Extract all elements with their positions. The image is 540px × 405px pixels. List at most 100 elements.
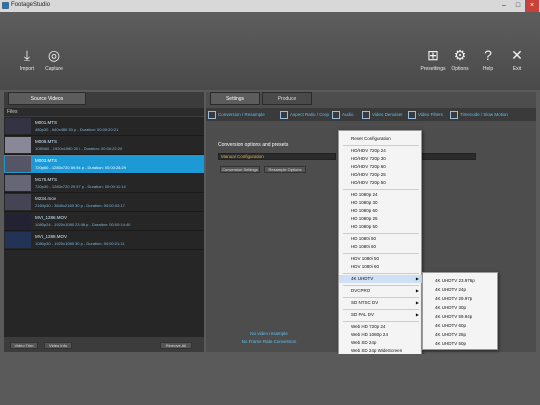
- thumbnail: [5, 232, 31, 248]
- video-info-button[interactable]: Video Info: [44, 342, 72, 349]
- file-list[interactable]: M001.MTS 480p30 - 640x480 30 p - Duration…: [4, 117, 204, 337]
- submenu-item[interactable]: 4K UHDTV 23.976p: [423, 277, 499, 285]
- subtab-label: Audio: [342, 112, 354, 118]
- thumbnail: [5, 213, 31, 229]
- list-item[interactable]: M008.MTS 1080i60 - 1920x1080 20 i - Durat…: [4, 136, 204, 155]
- conversion-settings-button[interactable]: Conversion Settings: [220, 166, 260, 173]
- menu-item[interactable]: Web HD 1080p 24: [339, 331, 423, 339]
- menu-item[interactable]: HDV 1080i 50: [339, 255, 423, 263]
- menu-item-label: SD PAL DV: [351, 312, 375, 317]
- subtab-denoiser[interactable]: Video Denoiser: [362, 111, 403, 119]
- menu-divider: [343, 297, 419, 298]
- help-button[interactable]: ? Help: [472, 46, 504, 72]
- menu-item[interactable]: HD 1080p 30: [339, 199, 423, 207]
- subtab-conversion[interactable]: Conversion / Resample: [208, 111, 265, 119]
- help-label: Help: [482, 66, 494, 72]
- submenu-item[interactable]: 4K UHDTV 30p: [423, 304, 499, 312]
- remove-all-button[interactable]: Remove All: [160, 342, 192, 349]
- file-meta: 2160p30 - 3840x2160 30 p - Duration: 00:…: [35, 203, 125, 208]
- file-name: M175.MTS: [35, 177, 58, 182]
- list-item[interactable]: M175.MTS 720p30 - 1280x720 29.97 p - Dura…: [4, 174, 204, 193]
- menu-item-4k-uhdtv[interactable]: 4K UHDTV ▶: [339, 275, 423, 283]
- submenu-item[interactable]: 4K UHDTV 60p: [423, 322, 499, 330]
- submenu-arrow-icon: ▶: [415, 312, 419, 317]
- menu-item[interactable]: HD 1080p 24: [339, 191, 423, 199]
- menu-item[interactable]: Web SD 24p: [339, 339, 423, 347]
- menu-item[interactable]: HD 1080p 60: [339, 207, 423, 215]
- menu-item[interactable]: HD/HDV 720p 30: [339, 155, 423, 163]
- menu-item[interactable]: Web HD 720p 24: [339, 323, 423, 331]
- file-name: M234.mov: [35, 196, 57, 201]
- menu-item[interactable]: HD/HDV 720p 60: [339, 163, 423, 171]
- video-trim-button[interactable]: Video Trim: [10, 342, 38, 349]
- menu-divider: [343, 145, 419, 146]
- close-window-button[interactable]: ×: [525, 0, 539, 12]
- file-name: M003.MTS: [35, 158, 58, 163]
- submenu-item[interactable]: 4K UHDTV 25p: [423, 331, 499, 339]
- menu-item[interactable]: HD 1080p 25: [339, 215, 423, 223]
- menu-item[interactable]: HD 1080p 50: [339, 223, 423, 231]
- submenu-item[interactable]: 4K UHDTV 50p: [423, 340, 499, 348]
- list-item[interactable]: M001.MTS 480p30 - 640x480 30 p - Duration…: [4, 117, 204, 136]
- app-icon: [2, 2, 9, 9]
- file-meta: 1080p24 - 1920x1080 23.98 p - Duration: …: [35, 222, 131, 227]
- menu-item-dvcpro[interactable]: DVCPRO ▶: [339, 287, 423, 295]
- menu-item[interactable]: HD/HDV 720p 24: [339, 147, 423, 155]
- capture-icon: ◎: [47, 47, 61, 63]
- exit-button[interactable]: ✕ Exit: [501, 46, 533, 72]
- file-meta: 1080i60 - 1920x1080 20 i - Duration: 00:…: [35, 146, 123, 151]
- menu-divider: [343, 309, 419, 310]
- menu-item[interactable]: HDV 1080i 60: [339, 263, 423, 271]
- menu-item[interactable]: HD 1080i 60: [339, 243, 423, 251]
- menu-item-label: 4K UHDTV: [351, 276, 374, 281]
- submenu-item[interactable]: 4K UHDTV 24p: [423, 286, 499, 294]
- thumbnail: [5, 175, 31, 191]
- preset-select[interactable]: Manual Configuration: [218, 153, 336, 160]
- minimize-button[interactable]: –: [497, 0, 511, 12]
- list-item[interactable]: M234.mov 2160p30 - 3840x2160 30 p - Durat…: [4, 193, 204, 212]
- menu-divider: [343, 321, 419, 322]
- menu-item-sd-ntsc[interactable]: SD NTSC DV ▶: [339, 299, 423, 307]
- list-item[interactable]: MVI_1288.MOV 1080p30 - 1920x1080 30 p - D…: [4, 231, 204, 250]
- framerate-info: No Frame Rate Conversion: [241, 339, 297, 344]
- help-icon: ?: [484, 47, 492, 63]
- subtab-aspect[interactable]: Aspect Ratio / Crop: [280, 111, 329, 119]
- preset-menu[interactable]: Reset Configuration HD/HDV 720p 24 HD/HD…: [338, 130, 423, 358]
- resample-options-button[interactable]: Resample Options: [264, 166, 306, 173]
- subtab-timecode[interactable]: Timecode / Slow Motion: [450, 111, 508, 119]
- thumbnail: [5, 118, 31, 134]
- tab-source-videos[interactable]: Source Videos: [8, 92, 86, 105]
- list-item[interactable]: M003.MTS 720p60 - 1280x720 59.94 p - Dura…: [4, 155, 204, 174]
- capture-button[interactable]: ◎ Capture: [38, 46, 70, 72]
- file-meta: 720p60 - 1280x720 59.94 p - Duration: 00…: [35, 165, 126, 170]
- maximize-button[interactable]: □: [511, 0, 525, 12]
- menu-item-sd-pal[interactable]: SD PAL DV ▶: [339, 311, 423, 319]
- submenu-item[interactable]: 4K UHDTV 59.94p: [423, 313, 499, 321]
- tab-produce[interactable]: Produce: [262, 92, 312, 105]
- timecode-icon: [450, 111, 458, 119]
- menu-item[interactable]: HD/HDV 720p 50: [339, 179, 423, 187]
- file-name: MVI_1286.MOV: [35, 215, 68, 220]
- window-title: FootageStudio: [11, 2, 51, 8]
- menu-divider: [343, 285, 419, 286]
- subtab-filters[interactable]: Video Filters: [408, 111, 443, 119]
- file-meta: 480p30 - 640x480 30 p - Duration: 00:00:…: [35, 127, 119, 132]
- uhdtv-submenu[interactable]: 4K UHDTV 23.976p 4K UHDTV 24p 4K UHDTV 2…: [422, 272, 498, 350]
- files-header: Files: [4, 108, 204, 116]
- tab-settings[interactable]: Settings: [210, 92, 260, 105]
- subtab-label: Video Filters: [418, 112, 443, 118]
- file-name: M001.MTS: [35, 120, 58, 125]
- menu-item[interactable]: Reset Configuration: [339, 135, 423, 143]
- subtab-label: Conversion / Resample: [218, 112, 265, 118]
- aspect-icon: [280, 111, 288, 119]
- submenu-item[interactable]: 4K UHDTV 29.97p: [423, 295, 499, 303]
- menu-divider: [343, 189, 419, 190]
- menu-item[interactable]: HD 1080i 50: [339, 235, 423, 243]
- title-bar: [0, 0, 540, 12]
- menu-divider: [343, 253, 419, 254]
- list-item[interactable]: MVI_1286.MOV 1080p24 - 1920x1080 23.98 p …: [4, 212, 204, 231]
- menu-item[interactable]: HD/HDV 720p 25: [339, 171, 423, 179]
- subtab-audio[interactable]: Audio: [332, 111, 354, 119]
- file-meta: 720p30 - 1280x720 29.97 p - Duration: 00…: [35, 184, 126, 189]
- status-bar: [0, 354, 540, 405]
